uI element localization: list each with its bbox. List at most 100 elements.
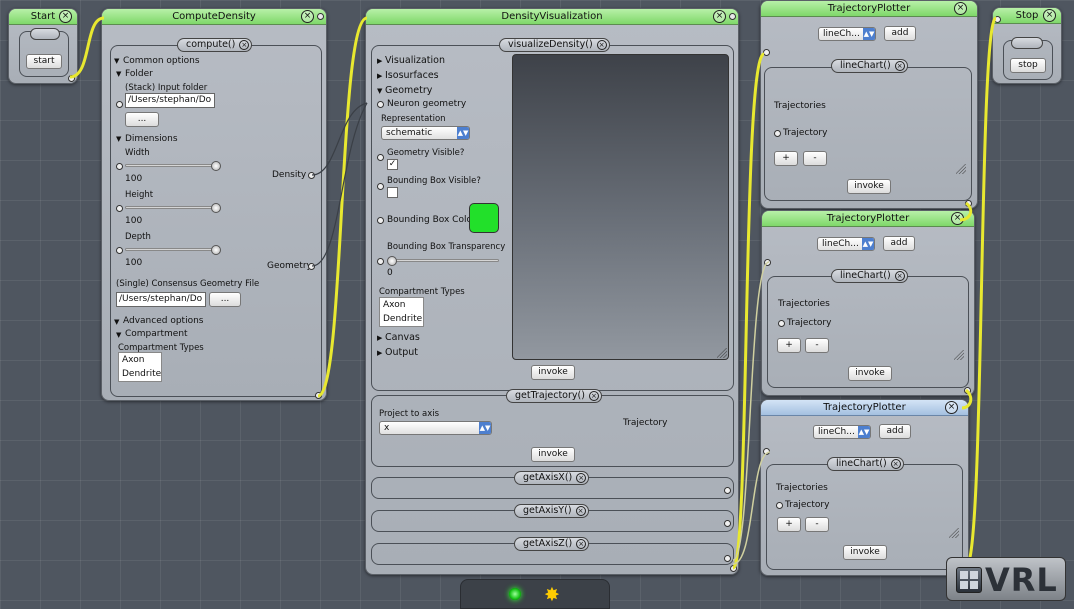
- remove-trajectory-button[interactable]: -: [805, 517, 829, 532]
- close-icon[interactable]: ×: [239, 40, 250, 50]
- input-folder-field[interactable]: /Users/stephan/Do: [125, 93, 215, 108]
- trajectory-input-port[interactable]: [778, 320, 785, 327]
- start-button[interactable]: start: [26, 54, 62, 69]
- compartment-types-list[interactable]: Axon Dendrite: [379, 297, 424, 327]
- add-trajectory-button[interactable]: +: [777, 517, 801, 532]
- resize-handle-icon[interactable]: [949, 528, 959, 538]
- get-axis-x-tab[interactable]: getAxisX() ×: [514, 471, 590, 485]
- dimensions-label[interactable]: Dimensions: [125, 134, 178, 144]
- list-item[interactable]: Axon: [119, 353, 161, 367]
- remove-trajectory-button[interactable]: -: [803, 151, 827, 166]
- neuron-geometry-port[interactable]: [377, 101, 384, 108]
- compartment-types-list[interactable]: Axon Dendrite: [118, 352, 162, 382]
- method-output-port[interactable]: [965, 200, 972, 207]
- remove-trajectory-button[interactable]: -: [805, 338, 829, 353]
- add-button[interactable]: add: [883, 236, 915, 251]
- common-options-label[interactable]: Common options: [123, 56, 200, 66]
- close-icon[interactable]: ×: [954, 2, 967, 15]
- visualization-label[interactable]: Visualization: [385, 55, 445, 66]
- transparency-slider[interactable]: [387, 259, 499, 262]
- chart-type-select[interactable]: lineCh... ▲▼: [818, 27, 876, 41]
- folder-label[interactable]: Folder: [125, 69, 153, 79]
- collapse-triangle-icon[interactable]: ▼: [114, 57, 119, 65]
- start-titlebar[interactable]: Start ×: [9, 9, 77, 25]
- input-port[interactable]: [763, 49, 770, 56]
- project-to-axis-select[interactable]: x ▲▼: [379, 421, 492, 435]
- close-icon[interactable]: ×: [301, 10, 314, 23]
- list-item[interactable]: Dendrite: [380, 312, 423, 326]
- isosurfaces-label[interactable]: Isosurfaces: [385, 70, 439, 81]
- close-icon[interactable]: ×: [575, 506, 586, 516]
- visualize-density-tab[interactable]: visualizeDensity() ×: [499, 38, 610, 52]
- advanced-options-label[interactable]: Advanced options: [123, 316, 203, 326]
- invoke-button[interactable]: invoke: [843, 545, 887, 560]
- output-label[interactable]: Output: [385, 347, 418, 358]
- get-axis-z-tab[interactable]: getAxisZ() ×: [514, 537, 590, 551]
- invoke-button[interactable]: invoke: [531, 365, 575, 380]
- resize-handle-icon[interactable]: [717, 348, 727, 358]
- collapse-triangle-icon[interactable]: ▼: [116, 331, 121, 339]
- depth-slider[interactable]: [125, 248, 219, 251]
- close-icon[interactable]: ×: [894, 61, 905, 71]
- input-port[interactable]: [116, 205, 123, 212]
- list-item[interactable]: Axon: [380, 298, 423, 312]
- get-axis-y-tab[interactable]: getAxisY() ×: [514, 504, 589, 518]
- close-icon[interactable]: ×: [713, 10, 726, 23]
- input-port[interactable]: [377, 183, 384, 190]
- line-chart-tab[interactable]: lineChart() ×: [831, 59, 908, 73]
- input-port[interactable]: [764, 259, 771, 266]
- input-port[interactable]: [377, 217, 384, 224]
- add-trajectory-button[interactable]: +: [774, 151, 798, 166]
- resize-handle-icon[interactable]: [956, 164, 966, 174]
- method-output-port[interactable]: [964, 387, 971, 394]
- get-trajectory-tab[interactable]: getTrajectory() ×: [506, 389, 602, 403]
- trajectory-plotter-titlebar[interactable]: TrajectoryPlotter ×: [761, 400, 968, 416]
- input-port[interactable]: [116, 247, 123, 254]
- close-icon[interactable]: ×: [890, 459, 901, 469]
- collapse-triangle-icon[interactable]: ▼: [116, 70, 121, 78]
- method-output-port[interactable]: [315, 392, 322, 399]
- chart-type-select[interactable]: lineCh... ▲▼: [817, 237, 875, 251]
- canvas-label[interactable]: Canvas: [385, 332, 420, 343]
- collapse-triangle-icon[interactable]: ▼: [114, 318, 119, 326]
- close-icon[interactable]: ×: [576, 539, 587, 549]
- trajectory-plotter-titlebar[interactable]: TrajectoryPlotter ×: [761, 1, 977, 17]
- trajectory-input-port[interactable]: [776, 502, 783, 509]
- output-port[interactable]: [724, 520, 731, 527]
- method-output-port[interactable]: [730, 565, 737, 572]
- height-slider-knob[interactable]: [211, 203, 221, 213]
- add-button[interactable]: add: [884, 26, 916, 41]
- close-icon[interactable]: ×: [894, 271, 905, 281]
- window-port[interactable]: [317, 13, 324, 20]
- close-icon[interactable]: ×: [588, 391, 599, 401]
- resize-handle-icon[interactable]: [954, 350, 964, 360]
- transparency-slider-knob[interactable]: [387, 256, 397, 266]
- geometry-visible-checkbox[interactable]: ✓: [387, 159, 398, 170]
- collapse-triangle-icon[interactable]: ▼: [377, 87, 382, 95]
- trajectory-plotter-titlebar[interactable]: TrajectoryPlotter ×: [762, 211, 974, 227]
- invoke-button[interactable]: invoke: [847, 179, 891, 194]
- close-icon[interactable]: ×: [945, 401, 958, 414]
- expand-triangle-icon[interactable]: ▶: [377, 72, 382, 80]
- trajectory-input-port[interactable]: [774, 130, 781, 137]
- browse-geometry-button[interactable]: ...: [209, 292, 241, 307]
- close-icon[interactable]: ×: [596, 40, 607, 50]
- input-port[interactable]: [377, 154, 384, 161]
- collapse-triangle-icon[interactable]: ▼: [116, 135, 121, 143]
- input-port[interactable]: [116, 101, 123, 108]
- close-icon[interactable]: ×: [1043, 9, 1056, 22]
- bounding-box-color-swatch[interactable]: [469, 203, 499, 233]
- compute-density-titlebar[interactable]: ComputeDensity ×: [102, 9, 326, 25]
- add-button[interactable]: add: [879, 424, 911, 439]
- stop-input-port[interactable]: [994, 16, 1001, 23]
- depth-slider-knob[interactable]: [211, 245, 221, 255]
- density-output-port[interactable]: [308, 172, 315, 179]
- geometry-file-field[interactable]: /Users/stephan/Do: [116, 292, 206, 307]
- input-port[interactable]: [763, 448, 770, 455]
- expand-triangle-icon[interactable]: ▶: [377, 57, 382, 65]
- height-slider[interactable]: [125, 206, 219, 209]
- input-port[interactable]: [116, 163, 123, 170]
- browse-folder-button[interactable]: ...: [125, 112, 159, 127]
- geometry-output-port[interactable]: [308, 263, 315, 270]
- invoke-button[interactable]: invoke: [848, 366, 892, 381]
